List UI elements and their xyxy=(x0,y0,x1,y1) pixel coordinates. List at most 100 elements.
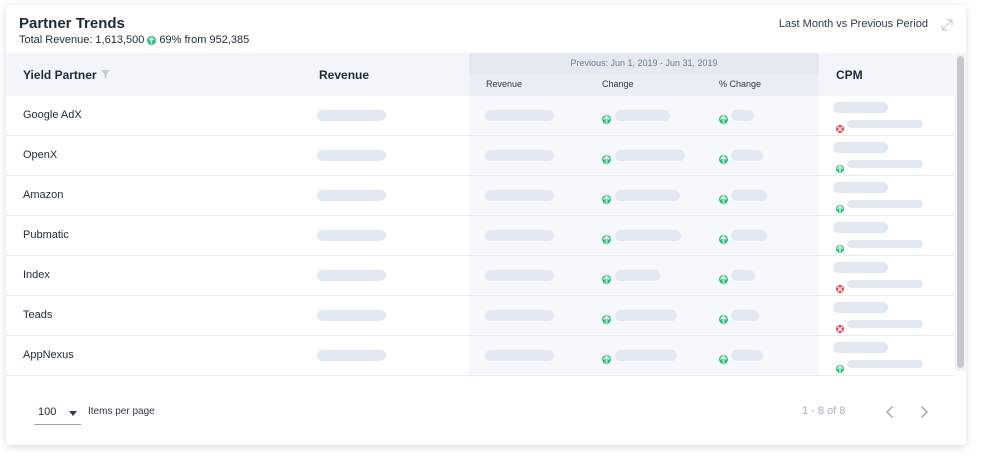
col-header-partner[interactable]: Yield Partner xyxy=(23,68,110,82)
table-row[interactable]: Teads xyxy=(6,296,954,336)
arrow-up-icon xyxy=(719,111,728,129)
prev-revenue-placeholder xyxy=(485,150,554,161)
partner-table: Yield Partner Revenue Previous: Jun 1, 2… xyxy=(6,53,954,376)
chevron-left-icon[interactable] xyxy=(882,403,898,421)
col-header-cpm[interactable]: CPM xyxy=(836,68,863,82)
total-revenue-change: 69% from 952,385 xyxy=(159,34,250,46)
change-placeholder xyxy=(615,270,660,281)
table-header: Yield Partner Revenue Previous: Jun 1, 2… xyxy=(6,53,954,96)
arrow-up-icon xyxy=(602,111,611,129)
card-title: Partner Trends xyxy=(19,15,125,32)
cpm-change-placeholder xyxy=(847,320,923,328)
cpm-placeholder xyxy=(833,142,888,153)
pct-change-placeholder xyxy=(731,230,767,241)
table-row[interactable]: Index xyxy=(6,256,954,296)
col-header-prev-pct-change[interactable]: % Change xyxy=(719,79,761,89)
cpm-placeholder xyxy=(833,222,888,233)
arrow-up-icon xyxy=(602,271,611,289)
arrow-up-icon xyxy=(602,231,611,249)
table-row[interactable]: OpenX xyxy=(6,136,954,176)
revenue-placeholder xyxy=(317,230,386,241)
pct-change-placeholder xyxy=(731,110,754,121)
partner-name: Amazon xyxy=(23,189,64,201)
filter-icon[interactable] xyxy=(100,68,110,82)
arrow-up-icon xyxy=(602,351,611,369)
revenue-placeholder xyxy=(317,270,386,281)
pct-change-placeholder xyxy=(731,310,759,321)
change-placeholder xyxy=(615,110,670,121)
table-body: Google AdX OpenX Amazon Pubmatic Index Teads A… xyxy=(6,96,954,376)
partner-name: Google AdX xyxy=(23,109,82,121)
vertical-scrollbar[interactable] xyxy=(955,53,966,371)
per-page-value: 100 xyxy=(38,406,57,418)
prev-revenue-placeholder xyxy=(485,190,554,201)
partner-name: Teads xyxy=(23,309,53,321)
pct-change-placeholder xyxy=(731,350,763,361)
total-revenue-label: Total Revenue: 1,613,500 xyxy=(19,34,145,46)
prev-revenue-placeholder xyxy=(485,350,554,361)
prev-revenue-placeholder xyxy=(485,270,554,281)
pct-change-placeholder xyxy=(731,150,763,161)
cpm-placeholder xyxy=(833,342,888,353)
table-row[interactable]: AppNexus xyxy=(6,336,954,376)
cpm-change-placeholder xyxy=(847,200,923,208)
change-placeholder xyxy=(615,190,680,201)
col-header-prev-revenue[interactable]: Revenue xyxy=(486,79,522,89)
col-header-revenue[interactable]: Revenue xyxy=(319,68,369,82)
revenue-placeholder xyxy=(317,190,386,201)
change-placeholder xyxy=(615,310,677,321)
pct-change-placeholder xyxy=(731,270,755,281)
partner-name: Index xyxy=(23,269,50,281)
arrow-up-icon xyxy=(719,311,728,329)
period-selector[interactable]: Last Month vs Previous Period xyxy=(779,18,928,30)
cpm-placeholder xyxy=(833,302,888,313)
cpm-placeholder xyxy=(833,262,888,273)
revenue-placeholder xyxy=(317,310,386,321)
cpm-change-placeholder xyxy=(847,280,923,288)
cpm-change-placeholder xyxy=(847,160,923,168)
change-placeholder xyxy=(615,350,677,361)
per-page-select[interactable]: 100 xyxy=(34,403,81,425)
chevron-right-icon[interactable] xyxy=(916,403,932,421)
arrow-up-icon xyxy=(602,311,611,329)
prev-revenue-placeholder xyxy=(485,230,554,241)
arrow-up-icon xyxy=(719,351,728,369)
change-placeholder xyxy=(615,230,681,241)
partner-trends-card: Partner Trends Total Revenue: 1,613,500 … xyxy=(6,5,966,445)
partner-name: Pubmatic xyxy=(23,229,69,241)
revenue-placeholder xyxy=(317,110,386,121)
arrow-up-icon xyxy=(719,191,728,209)
partner-name: AppNexus xyxy=(23,349,74,361)
arrow-up-icon xyxy=(602,151,611,169)
previous-period-group: Previous: Jun 1, 2019 - Jun 31, 2019 Rev… xyxy=(469,53,819,96)
col-header-partner-label: Yield Partner xyxy=(23,68,97,82)
table-row[interactable]: Pubmatic xyxy=(6,216,954,256)
table-row[interactable]: Google AdX xyxy=(6,96,954,136)
cpm-placeholder xyxy=(833,102,888,113)
revenue-placeholder xyxy=(317,350,386,361)
cpm-placeholder xyxy=(833,182,888,193)
cpm-change-placeholder xyxy=(847,120,923,128)
table-footer: 100 Items per page 1 - 8 of 8 xyxy=(6,395,966,435)
pct-change-placeholder xyxy=(731,190,767,201)
table-row[interactable]: Amazon xyxy=(6,176,954,216)
arrow-up-icon xyxy=(719,151,728,169)
scrollbar-thumb[interactable] xyxy=(957,56,964,368)
change-placeholder xyxy=(615,150,685,161)
prev-revenue-placeholder xyxy=(485,110,554,121)
per-page-label: Items per page xyxy=(88,406,155,417)
total-revenue-summary: Total Revenue: 1,613,500 69% from 952,38… xyxy=(19,34,249,46)
arrow-up-icon xyxy=(147,35,157,45)
arrow-up-icon xyxy=(602,191,611,209)
pagination-range: 1 - 8 of 8 xyxy=(802,405,846,417)
previous-period-title: Previous: Jun 1, 2019 - Jun 31, 2019 xyxy=(570,58,718,68)
expand-icon[interactable] xyxy=(941,18,953,31)
col-header-prev-change[interactable]: Change xyxy=(602,79,634,89)
arrow-up-icon xyxy=(719,231,728,249)
cpm-change-placeholder xyxy=(847,240,923,248)
cpm-change-placeholder xyxy=(847,360,923,368)
prev-revenue-placeholder xyxy=(485,310,554,321)
partner-name: OpenX xyxy=(23,149,58,161)
arrow-up-icon xyxy=(836,360,844,378)
chevron-down-icon xyxy=(69,411,77,416)
